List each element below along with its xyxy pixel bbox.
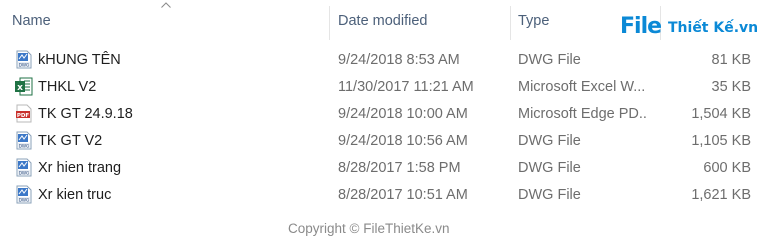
- file-list: DWG kHUNG TÊN 9/24/2018 8:53 AM DWG File 81 …: [0, 46, 784, 208]
- svg-text:DWG: DWG: [19, 170, 30, 175]
- column-header-date-modified[interactable]: Date modified: [338, 13, 427, 29]
- file-row[interactable]: DWG kHUNG TÊN 9/24/2018 8:53 AM DWG File 81 …: [0, 46, 784, 73]
- column-header-name[interactable]: Name: [12, 13, 51, 29]
- column-divider[interactable]: [510, 6, 511, 40]
- dwg-file-icon: DWG: [15, 50, 33, 69]
- file-size: 1,105 KB: [691, 133, 751, 149]
- file-size: 600 KB: [703, 160, 751, 176]
- sort-ascending-icon: [161, 2, 171, 8]
- file-size: 35 KB: [711, 79, 752, 95]
- file-type: DWG File: [518, 133, 581, 149]
- file-date-modified: 8/28/2017 10:51 AM: [338, 187, 468, 203]
- svg-text:x: x: [17, 83, 23, 93]
- file-size: 1,621 KB: [691, 187, 751, 203]
- file-name: THKL V2: [38, 79, 97, 95]
- svg-text:DWG: DWG: [19, 62, 30, 67]
- dwg-file-icon: DWG: [15, 185, 33, 204]
- dwg-file-icon: DWG: [15, 131, 33, 150]
- svg-text:PDF: PDF: [17, 113, 30, 119]
- svg-text:DWG: DWG: [19, 143, 30, 148]
- file-date-modified: 9/24/2018 10:56 AM: [338, 133, 468, 149]
- file-type: DWG File: [518, 160, 581, 176]
- column-header-type[interactable]: Type: [518, 13, 549, 29]
- svg-text:DWG: DWG: [19, 197, 30, 202]
- file-type: Microsoft Edge PD...: [518, 106, 648, 122]
- excel-file-icon: x: [15, 77, 33, 96]
- column-divider[interactable]: [329, 6, 330, 40]
- file-size: 1,504 KB: [691, 106, 751, 122]
- file-row[interactable]: DWG TK GT V2 9/24/2018 10:56 AM DWG File 1,1…: [0, 127, 784, 154]
- file-name: TK GT V2: [38, 133, 103, 149]
- file-name: kHUNG TÊN: [38, 52, 121, 68]
- file-date-modified: 8/28/2017 1:58 PM: [338, 160, 461, 176]
- file-name: TK GT 24.9.18: [38, 106, 133, 122]
- file-row[interactable]: DWG Xr kien truc 8/28/2017 10:51 AM DWG Fil…: [0, 181, 784, 208]
- file-size: 81 KB: [711, 52, 752, 68]
- file-name: Xr hien trang: [38, 160, 122, 176]
- file-name: Xr kien truc: [38, 187, 112, 203]
- logo-rest-text: Thiết Kế.vn: [668, 20, 759, 36]
- dwg-file-icon: DWG: [15, 158, 33, 177]
- file-row[interactable]: DWG Xr hien trang 8/28/2017 1:58 PM DWG Fil…: [0, 154, 784, 181]
- pdf-file-icon: PDF: [15, 104, 33, 123]
- file-type: DWG File: [518, 187, 581, 203]
- file-date-modified: 9/24/2018 10:00 AM: [338, 106, 468, 122]
- file-date-modified: 9/24/2018 8:53 AM: [338, 52, 460, 68]
- file-date-modified: 11/30/2017 11:21 AM: [338, 79, 474, 95]
- copyright-watermark: Copyright © FileThietKe.vn: [288, 221, 450, 236]
- file-type: Microsoft Excel W...: [518, 79, 646, 95]
- file-type: DWG File: [518, 52, 581, 68]
- filethietke-logo: File Thiết Kế.vn: [620, 10, 760, 40]
- file-row[interactable]: PDF TK GT 24.9.18 9/24/2018 10:00 AM Micros…: [0, 100, 784, 127]
- logo-file-text: File: [620, 14, 662, 39]
- file-row[interactable]: x THKL V2 11/30/2017 11:21 AM Microsoft Exc…: [0, 73, 784, 100]
